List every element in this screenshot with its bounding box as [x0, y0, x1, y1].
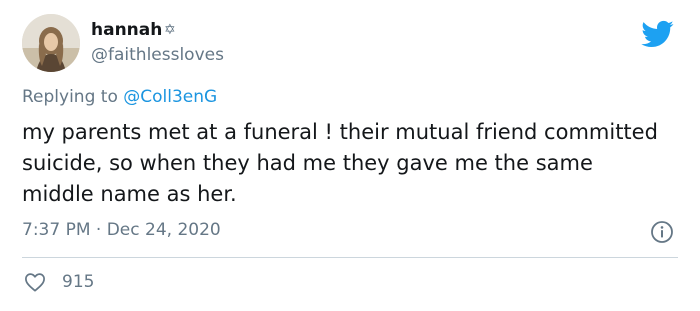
replying-to-label: Replying to: [22, 87, 118, 107]
tweet-text: my parents met at a funeral ! their mutu…: [22, 120, 658, 206]
reply-target-link[interactable]: @Coll3enG: [123, 87, 217, 107]
star-of-david-icon: ✡: [164, 22, 176, 38]
replying-to-line: Replying to @Coll3enG: [22, 86, 217, 108]
tweet-timestamp[interactable]: 7:37 PM · Dec 24, 2020: [22, 219, 221, 241]
avatar[interactable]: [22, 14, 80, 72]
twitter-bird-icon[interactable]: [636, 17, 678, 51]
info-icon[interactable]: [650, 220, 674, 244]
heart-icon[interactable]: [24, 272, 46, 292]
divider: [22, 257, 678, 258]
author-handle[interactable]: @faithlessloves: [91, 44, 224, 66]
like-count: 915: [62, 272, 95, 292]
author-display-name[interactable]: hannah: [91, 19, 162, 41]
tweet-card: hannah ✡ @faithlessloves Replying to @Co…: [0, 0, 700, 311]
